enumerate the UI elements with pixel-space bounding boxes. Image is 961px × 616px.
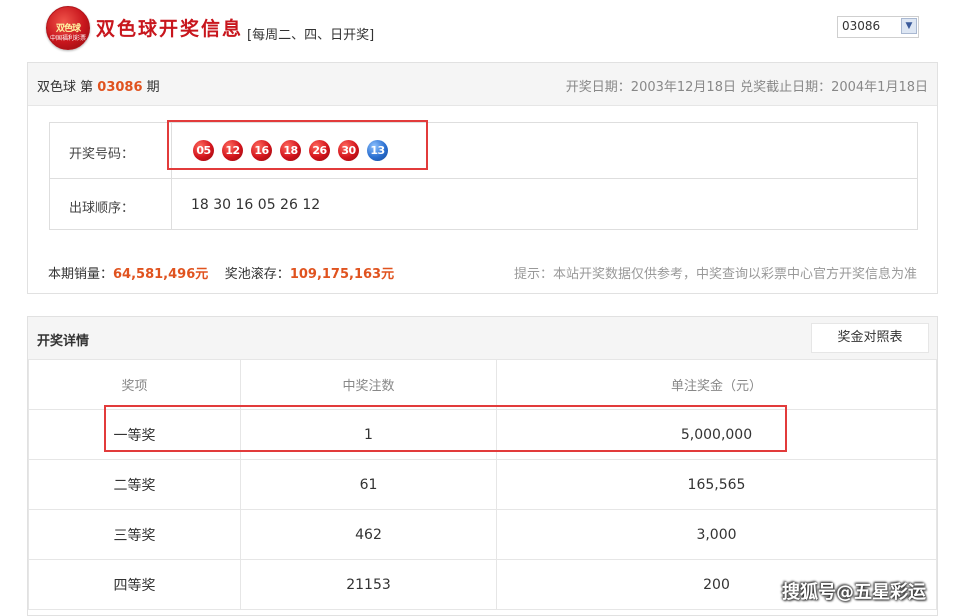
prize-details-header: 开奖详情 奖金对照表	[28, 317, 937, 360]
draw-info-header: 双色球 第 03086 期 开奖日期：2003年12月18日 兑奖截止日期：20…	[28, 63, 937, 106]
table-header-row: 奖项 中奖注数 单注奖金（元）	[28, 359, 937, 410]
period-select[interactable]: 03086 ▼	[837, 16, 919, 38]
chevron-down-icon[interactable]: ▼	[901, 18, 917, 34]
draw-order: 18 30 16 05 26 12	[191, 197, 321, 213]
draw-info-panel: 双色球 第 03086 期 开奖日期：2003年12月18日 兑奖截止日期：20…	[27, 62, 938, 294]
prize-level: 三等奖	[28, 509, 241, 560]
draw-dates: 开奖日期：2003年12月18日 兑奖截止日期：2004年1月18日	[565, 80, 928, 95]
sales-value: 64,581,496元	[113, 267, 209, 282]
prize-level: 二等奖	[28, 459, 241, 510]
pool-value: 109,175,163元	[289, 267, 395, 282]
logo-subtext: 中国福利彩票	[49, 35, 86, 42]
winner-count: 462	[240, 509, 497, 560]
prize-table-button[interactable]: 奖金对照表	[811, 323, 929, 353]
table-row: 二等奖 61 165,565	[28, 459, 937, 510]
highlight-box	[167, 120, 428, 170]
sales-summary: 本期销量：64,581,496元 奖池滚存：109,175,163元	[48, 263, 394, 282]
prize-table: 奖项 中奖注数 单注奖金（元） 一等奖 1 5,000,000 二等奖 61 1…	[28, 359, 937, 610]
prize-amount: 165,565	[496, 459, 937, 510]
issue-number: 03086	[97, 80, 143, 95]
draw-order-label: 出球顺序：	[69, 201, 135, 216]
highlight-box	[104, 405, 787, 452]
pool-label: 奖池滚存：	[224, 267, 290, 282]
table-row: 三等奖 462 3,000	[28, 509, 937, 560]
sales-label: 本期销量：	[48, 267, 114, 282]
prize-details-panel: 开奖详情 奖金对照表 奖项 中奖注数 单注奖金（元） 一等奖 1 5,000,0…	[27, 316, 938, 616]
watermark: 搜狐号@五星彩运	[782, 582, 926, 603]
issue-suffix: 期	[146, 80, 160, 95]
page-title: 双色球开奖信息	[96, 18, 244, 40]
column-header: 中奖注数	[240, 359, 497, 410]
draw-schedule: [每周二、四、日开奖]	[247, 28, 375, 43]
prize-amount: 3,000	[496, 509, 937, 560]
prize-details-title: 开奖详情	[37, 334, 90, 349]
prize-level: 四等奖	[28, 559, 241, 610]
issue-line: 双色球 第 03086 期	[37, 76, 160, 95]
winner-count: 61	[240, 459, 497, 510]
winner-count: 21153	[240, 559, 497, 610]
column-header: 奖项	[28, 359, 241, 410]
lottery-logo: 双色球 中国福利彩票	[46, 6, 90, 50]
winning-numbers-label: 开奖号码：	[69, 147, 135, 162]
divider	[50, 178, 917, 179]
column-header: 单注奖金（元）	[496, 359, 937, 410]
disclaimer-tip: 提示：本站开奖数据仅供参考，中奖查询以彩票中心官方开奖信息为准	[513, 267, 917, 282]
issue-prefix: 双色球 第	[37, 80, 94, 95]
period-select-value: 03086	[842, 19, 881, 33]
